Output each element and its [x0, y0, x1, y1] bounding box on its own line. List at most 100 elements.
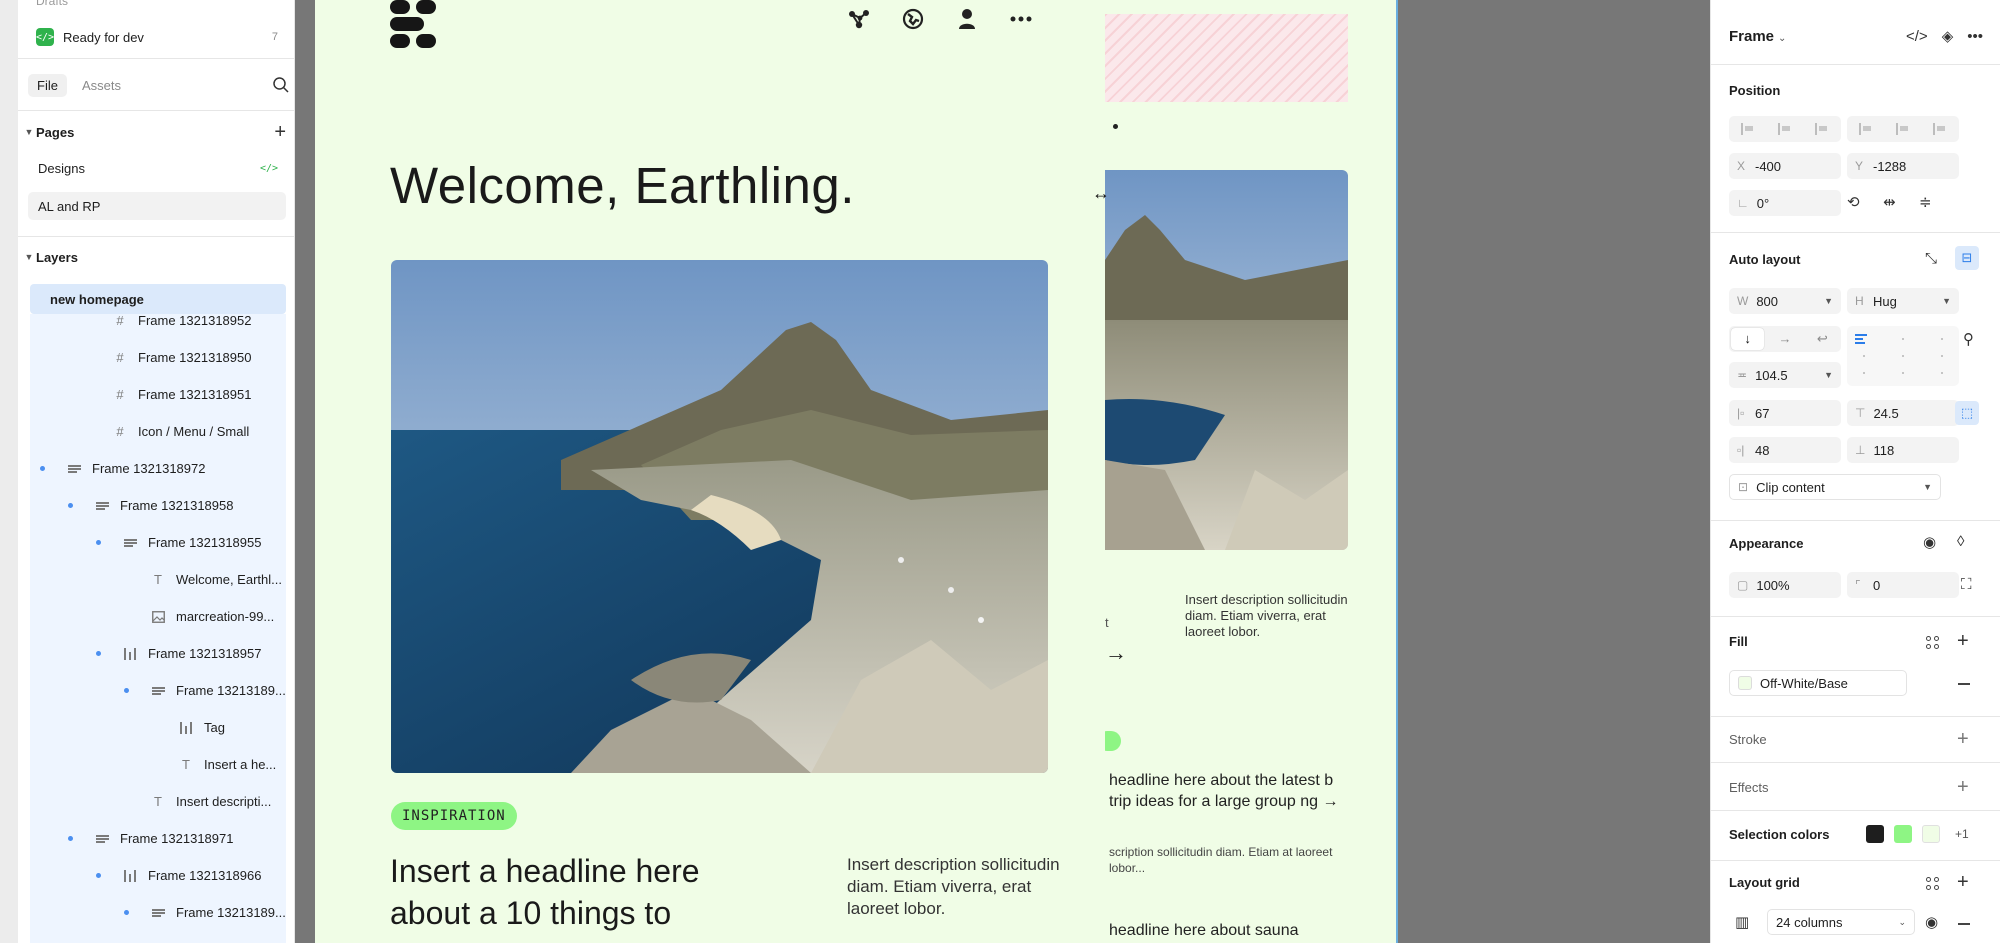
eye-icon[interactable]: ◉	[1923, 533, 1936, 551]
expand-corners-icon[interactable]: ⛶	[1961, 576, 1972, 593]
layer-row[interactable]: Frame 1321318966	[30, 857, 286, 894]
layer-row[interactable]: Tag	[30, 709, 286, 746]
layer-row[interactable]: # Frame 1321318952	[30, 302, 286, 339]
direction-vertical-icon[interactable]: ↓	[1731, 328, 1765, 350]
user-icon[interactable]	[954, 6, 980, 32]
rotation-field[interactable]: ∟ 0°	[1729, 190, 1841, 216]
side-headline-2[interactable]: headline here about sauna	[1109, 920, 1359, 941]
add-fill-icon[interactable]: +	[1957, 631, 1969, 651]
more-icon[interactable]	[1008, 6, 1034, 32]
horizontal-align-group[interactable]	[1729, 116, 1841, 142]
side-description-2[interactable]: scription sollicitudin diam. Etiam at la…	[1109, 844, 1339, 876]
adjacent-frame[interactable]: Insert description sollicitudin diam. Et…	[1105, 0, 1398, 943]
homepage-frame[interactable]: Welcome, Earthling. INSPIRATION Insert a…	[315, 0, 1105, 943]
clip-content-select[interactable]: ⊡ Clip content ▼	[1729, 474, 1941, 500]
layer-row[interactable]: Frame 13213189...	[30, 894, 286, 931]
rotate-icon[interactable]: ⟲	[1847, 193, 1860, 211]
layer-row[interactable]: # Icon / Menu / Small	[30, 413, 286, 450]
pages-section-header[interactable]: ▼ Pages +	[22, 119, 292, 145]
ready-for-dev-item[interactable]: </> Ready for dev 7	[36, 24, 286, 50]
y-position-field[interactable]: Y -1288	[1847, 153, 1959, 179]
more-colors-count[interactable]: +1	[1955, 827, 1969, 841]
layer-row[interactable]: T Insert descripti...	[30, 783, 286, 820]
chevron-down-icon[interactable]: ⌄	[1898, 917, 1906, 928]
page-item-designs[interactable]: Designs </>	[28, 154, 286, 182]
frame-type-dropdown[interactable]: Frame ⌄	[1729, 28, 1786, 45]
tag-inspiration[interactable]: INSPIRATION	[391, 802, 517, 830]
layer-row[interactable]: Frame 1321318957	[30, 635, 286, 672]
layout-options-icon[interactable]: ⚲	[1963, 330, 1974, 348]
search-icon[interactable]	[272, 76, 290, 94]
chevron-down-icon[interactable]: ▼	[1824, 296, 1833, 306]
side-landscape-image[interactable]	[1105, 170, 1348, 550]
flip-horizontal-icon[interactable]: ⇹	[1883, 193, 1896, 211]
layout-settings-icon[interactable]: ⊟	[1955, 246, 1979, 270]
hero-landscape-image[interactable]	[391, 260, 1048, 773]
layer-row[interactable]: Frame 13213189...	[30, 672, 286, 709]
network-icon[interactable]	[846, 6, 872, 32]
corner-radius-field[interactable]: ⌜ 0	[1847, 572, 1959, 598]
x-position-field[interactable]: X -400	[1729, 153, 1841, 179]
alignment-grid[interactable]	[1847, 326, 1959, 386]
collapse-icon[interactable]: ⤡	[1925, 250, 1937, 267]
flip-vertical-icon[interactable]: ≑	[1919, 193, 1932, 211]
width-field[interactable]: W 800 ▼	[1729, 288, 1841, 314]
chevron-down-icon[interactable]: ▼	[1942, 296, 1951, 306]
padding-right-field[interactable]: ▫| 48	[1729, 437, 1841, 463]
vertical-align-group[interactable]	[1847, 116, 1959, 142]
layout-grid-select[interactable]: 24 columns ⌄	[1767, 909, 1915, 935]
article-description[interactable]: Insert description sollicitudin diam. Et…	[847, 854, 1072, 920]
layer-row[interactable]: marcreation-99...	[30, 598, 286, 635]
opacity-field[interactable]: ▢ 100%	[1729, 572, 1841, 598]
layout-direction-group[interactable]: ↓ → ↩	[1729, 326, 1841, 352]
selection-color-swatch[interactable]	[1894, 825, 1912, 843]
page-item-al-and-rp[interactable]: AL and RP	[28, 192, 286, 220]
layer-row[interactable]: Frame 1321318958	[30, 487, 286, 524]
layer-row[interactable]: Frame 1321318972	[30, 450, 286, 487]
droplet-icon[interactable]: ◊	[1957, 533, 1964, 550]
tab-assets[interactable]: Assets	[73, 74, 130, 97]
chevron-down-icon[interactable]: ▼	[1824, 370, 1833, 380]
add-layout-grid-icon[interactable]: +	[1957, 872, 1969, 892]
padding-bottom-field[interactable]: ⊥ 118	[1847, 437, 1959, 463]
selection-color-swatch[interactable]	[1922, 825, 1940, 843]
selection-color-swatch[interactable]	[1866, 825, 1884, 843]
independent-padding-icon[interactable]: ⬚	[1955, 401, 1979, 425]
code-icon[interactable]: </>	[1906, 28, 1928, 45]
more-icon[interactable]: •••	[1967, 28, 1983, 45]
styles-icon[interactable]	[1926, 636, 1940, 650]
remove-layout-grid-icon[interactable]	[1958, 923, 1970, 925]
chevron-down-icon[interactable]: ▼	[22, 252, 36, 262]
columns-grid-icon[interactable]: ▥	[1735, 913, 1749, 931]
padding-top-field[interactable]: ⊤ 24.5	[1847, 400, 1959, 426]
styles-icon[interactable]	[1926, 877, 1940, 891]
layer-row[interactable]: # Frame 1321318951	[30, 376, 286, 413]
fill-style-field[interactable]: Off-White/Base	[1729, 670, 1907, 696]
component-icon[interactable]: ◈	[1942, 27, 1954, 45]
add-stroke-icon[interactable]: +	[1957, 729, 1969, 749]
layers-section-header[interactable]: ▼ Layers	[22, 244, 292, 270]
padding-left-field[interactable]: |▫ 67	[1729, 400, 1841, 426]
height-field[interactable]: H Hug ▼	[1847, 288, 1959, 314]
side-headline[interactable]: headline here about the latest b trip id…	[1109, 770, 1359, 812]
layer-row[interactable]: T Insert a he...	[30, 746, 286, 783]
arrow-right-icon[interactable]: →	[1105, 640, 1127, 666]
layer-row[interactable]: Frame 1321318955	[30, 524, 286, 561]
side-description[interactable]: Insert description sollicitudin diam. Et…	[1185, 592, 1350, 640]
globe-icon[interactable]	[900, 6, 926, 32]
tab-file[interactable]: File	[28, 73, 67, 97]
chevron-down-icon[interactable]: ▼	[22, 127, 36, 137]
eye-icon[interactable]: ◉	[1925, 913, 1938, 931]
direction-wrap-icon[interactable]: ↩	[1806, 328, 1839, 350]
layer-row[interactable]: T Welcome, Earthl...	[30, 561, 286, 598]
fill-swatch[interactable]	[1738, 676, 1752, 690]
add-effect-icon[interactable]: +	[1957, 777, 1969, 797]
hero-title[interactable]: Welcome, Earthling.	[390, 156, 855, 215]
layer-row[interactable]: # Frame 1321318950	[30, 339, 286, 376]
layer-row[interactable]: Frame 1321318971	[30, 820, 286, 857]
design-canvas[interactable]: Welcome, Earthling. INSPIRATION Insert a…	[295, 0, 1710, 943]
chevron-down-icon[interactable]: ▼	[1923, 482, 1932, 492]
remove-fill-icon[interactable]	[1958, 683, 1970, 685]
gap-field[interactable]: ≖ 104.5 ▼	[1729, 362, 1841, 388]
add-page-icon[interactable]: +	[274, 122, 286, 142]
